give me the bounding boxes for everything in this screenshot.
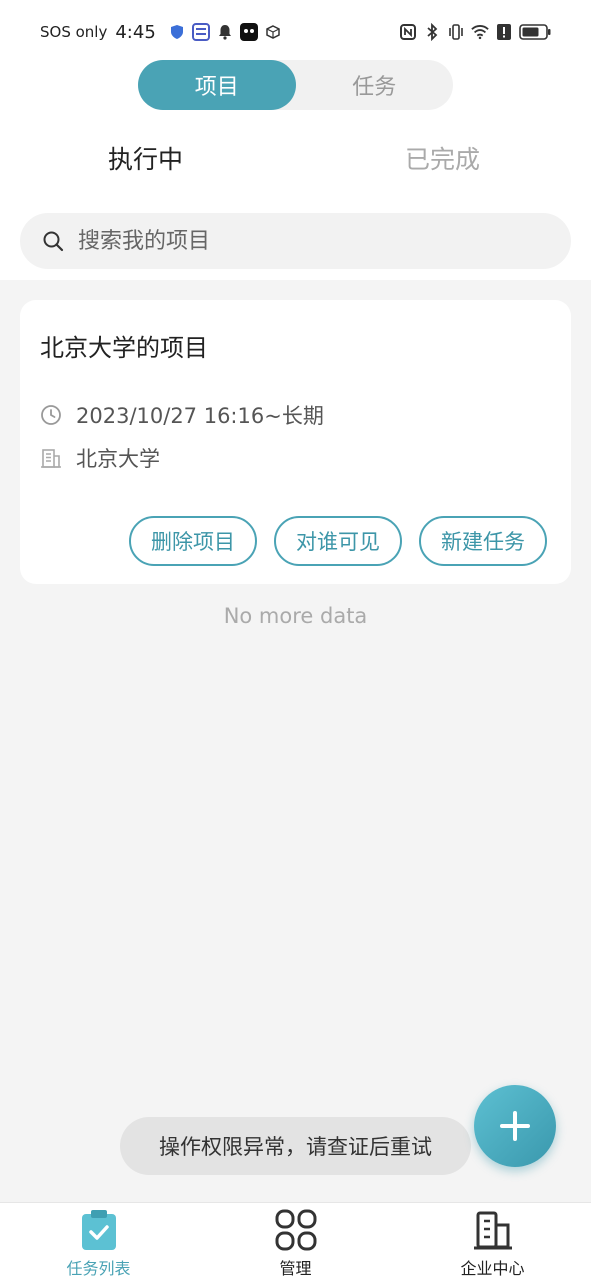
- visibility-button[interactable]: 对谁可见: [274, 516, 402, 566]
- nav-task-list-label: 任务列表: [66, 1259, 131, 1278]
- tab-in-progress[interactable]: 执行中: [108, 140, 183, 184]
- segment-tasks-tab[interactable]: 任务: [296, 60, 454, 110]
- project-org-text: 北京大学: [76, 447, 160, 471]
- wifi-icon: [471, 23, 489, 41]
- shield-icon: [168, 23, 186, 41]
- cube-icon: [264, 23, 282, 41]
- nfc-icon: [399, 23, 417, 41]
- project-time-text: 2023/10/27 16:16~长期: [76, 404, 324, 428]
- battery-icon: [519, 23, 551, 41]
- vibrate-icon: [447, 23, 465, 41]
- nav-manage-label: 管理: [279, 1259, 312, 1278]
- add-fab-button[interactable]: [474, 1085, 556, 1167]
- segment-projects-tab[interactable]: 项目: [138, 60, 296, 110]
- project-org-row: 北京大学: [40, 443, 160, 473]
- grid-icon: [275, 1209, 317, 1251]
- delete-project-button[interactable]: 删除项目: [129, 516, 257, 566]
- tab-completed-label: 已完成: [405, 145, 481, 174]
- app-notification-icon: [191, 23, 210, 41]
- app-badge-icon: [239, 23, 258, 41]
- clock-text: 4:45: [115, 21, 156, 43]
- tab-in-progress-label: 执行中: [108, 145, 184, 174]
- nav-manage[interactable]: 管理: [197, 1203, 394, 1280]
- tab-completed[interactable]: 已完成: [405, 140, 480, 184]
- nav-enterprise-center[interactable]: 企业中心: [394, 1203, 591, 1280]
- project-actions: 删除项目 对谁可见 新建任务: [129, 516, 547, 566]
- bell-icon: [216, 23, 234, 41]
- building-icon: [472, 1209, 514, 1251]
- project-title: 北京大学的项目: [40, 334, 208, 362]
- project-time-row: 2023/10/27 16:16~长期: [40, 400, 324, 430]
- nav-enterprise-center-label: 企业中心: [460, 1259, 525, 1278]
- project-card[interactable]: 北京大学的项目 2023/10/27 16:16~长期 北京大学 删除项目 对谁…: [20, 300, 571, 584]
- list-end-text: No more data: [223, 604, 368, 628]
- search-icon: [42, 230, 64, 252]
- clipboard-check-icon: [78, 1209, 120, 1251]
- toast-message: 操作权限异常，请查证后重试: [120, 1117, 471, 1175]
- building-icon: [40, 447, 62, 469]
- signal-alert-icon: [495, 23, 513, 41]
- bottom-nav: 任务列表 管理 企业中心: [0, 1202, 591, 1280]
- search-bar[interactable]: [20, 213, 571, 269]
- bluetooth-icon: [423, 23, 441, 41]
- search-input[interactable]: [78, 228, 518, 254]
- project-task-segment: 项目 任务: [138, 60, 453, 110]
- new-task-button[interactable]: 新建任务: [419, 516, 547, 566]
- nav-task-list[interactable]: 任务列表: [0, 1203, 197, 1280]
- carrier-text: SOS only: [40, 23, 108, 41]
- status-bar: SOS only 4:45: [0, 0, 591, 64]
- clock-icon: [40, 404, 62, 426]
- plus-icon: [498, 1109, 532, 1143]
